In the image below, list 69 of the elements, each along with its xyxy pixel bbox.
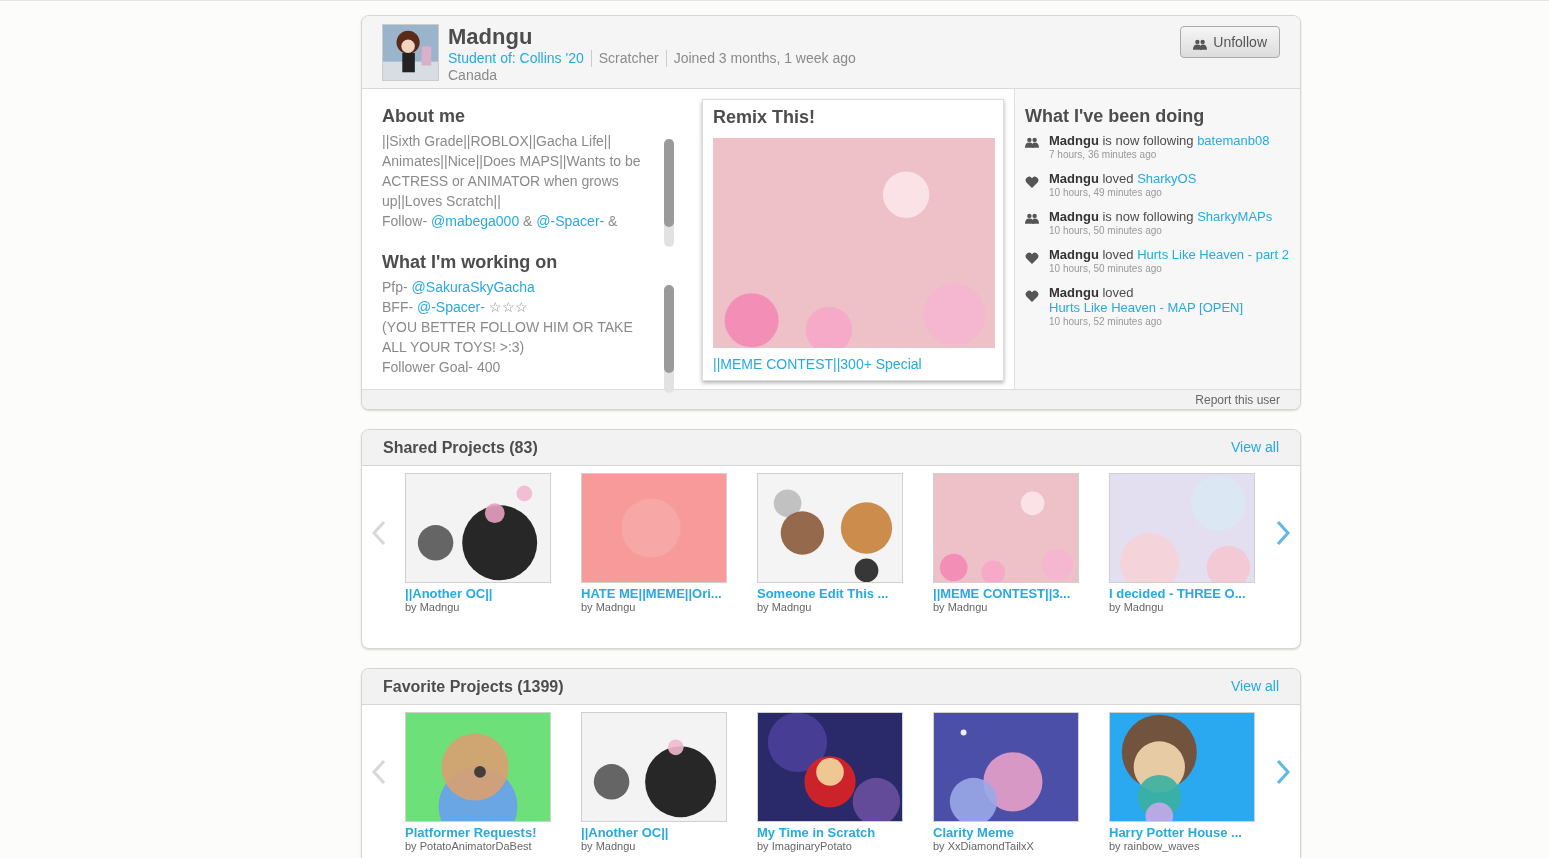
username: Madngu bbox=[448, 24, 534, 50]
project-title[interactable]: My Time in Scratch bbox=[757, 825, 903, 840]
project-author: by Madngu bbox=[581, 601, 637, 614]
project-author: by ImaginaryPotato bbox=[757, 840, 853, 853]
heart-icon bbox=[1025, 252, 1039, 264]
view-all-link[interactable]: View all bbox=[1231, 676, 1279, 697]
project-author: by rainbow_waves bbox=[1109, 840, 1201, 853]
user-link[interactable]: @SakuraSkyGacha bbox=[411, 279, 535, 295]
people-icon bbox=[1193, 38, 1208, 50]
section-heading: Remix This! bbox=[713, 106, 817, 128]
activity-time: 10 hours, 50 minutes ago bbox=[1049, 262, 1163, 276]
activity-link[interactable]: Hurts Like Heaven - MAP [OPEN] bbox=[1049, 300, 1244, 315]
bio-text: (YOU BETTER FOLLOW HIM OR TAKE ALL YOUR TOYS! >:3) bbox=[382, 318, 634, 357]
activity-text: Madngu is now following batemanb08 bbox=[1049, 133, 1270, 148]
project-author: by Madngu bbox=[581, 840, 637, 853]
bio-text: Follower Goal- 400 bbox=[382, 358, 502, 377]
activity-time: 10 hours, 52 minutes ago bbox=[1049, 315, 1163, 329]
project-title[interactable]: ||Another OC|| bbox=[405, 586, 551, 601]
activity-text: Madngu loved Hurts Like Heaven - part 2 bbox=[1049, 247, 1289, 262]
project-title[interactable]: Clarity Meme bbox=[933, 825, 1079, 840]
scrollbar[interactable] bbox=[664, 139, 674, 247]
project-title[interactable]: HATE ME||MEME||Ori... bbox=[581, 586, 727, 601]
report-link[interactable]: Report this user bbox=[1195, 390, 1280, 409]
user-role: Scratcher bbox=[591, 50, 667, 67]
section-title: Favorite Projects (1399) bbox=[383, 676, 564, 697]
project-author: by Madngu bbox=[405, 601, 461, 614]
scrollbar[interactable] bbox=[664, 285, 674, 393]
project-title[interactable]: I decided - THREE O... bbox=[1109, 586, 1255, 601]
user-location: Canada bbox=[448, 67, 499, 84]
bio-text: ||Sixth Grade||ROBLOX||Gacha Life|| Animates||Nice||Does MAPS||Wants to be ACTRESS or ANIMATOR when grows up||Loves Scratch|| bbox=[382, 132, 642, 211]
bio-text: Pfp- @SakuraSkyGacha bbox=[382, 278, 536, 297]
user-link[interactable]: @mabega000 bbox=[431, 213, 520, 229]
section-heading: What I'm working on bbox=[382, 251, 559, 273]
activity-link[interactable]: SharkyOS bbox=[1137, 171, 1197, 186]
activity-time: 10 hours, 50 minutes ago bbox=[1049, 224, 1163, 238]
bio-text: BFF- @-Spacer- ☆☆☆ bbox=[382, 298, 529, 317]
activity-time: 7 hours, 36 minutes ago bbox=[1049, 148, 1158, 162]
activity-link[interactable]: SharkyMAPs bbox=[1197, 209, 1273, 224]
school-link[interactable]: Student of: Collins '20 bbox=[448, 50, 592, 67]
activity-text: Madngu is now following SharkyMAPs bbox=[1049, 209, 1273, 224]
section-heading: What I've been doing bbox=[1025, 105, 1206, 127]
project-title[interactable]: Harry Potter House ... bbox=[1109, 825, 1255, 840]
user-link[interactable]: @-Spacer- bbox=[417, 299, 485, 315]
view-all-link[interactable]: View all bbox=[1231, 437, 1279, 458]
bio-text: Follow- @mabega000 & @-Spacer- & bbox=[382, 212, 619, 231]
heart-icon bbox=[1025, 176, 1039, 188]
project-title[interactable]: ||Another OC|| bbox=[581, 825, 727, 840]
section-title: Shared Projects (83) bbox=[383, 437, 538, 458]
activity-text: Madngu loved SharkyOS bbox=[1049, 171, 1197, 186]
section-heading: About me bbox=[382, 105, 466, 127]
project-title[interactable]: Someone Edit This ... bbox=[757, 586, 903, 601]
activity-link[interactable]: Hurts Like Heaven - part 2 bbox=[1137, 247, 1289, 262]
project-author: by XxDiamondTailxX bbox=[933, 840, 1035, 853]
activity-link[interactable]: batemanb08 bbox=[1197, 133, 1270, 148]
activity-time: 10 hours, 49 minutes ago bbox=[1049, 186, 1163, 200]
user-link[interactable]: @-Spacer- bbox=[536, 213, 605, 229]
activity-text: Madngu loved Hurts Like Heaven - MAP [OPEN] bbox=[1049, 285, 1245, 315]
project-author: by Madngu bbox=[1109, 601, 1165, 614]
project-author: by PotatoAnimatorDaBest bbox=[405, 840, 533, 853]
people-icon bbox=[1025, 213, 1039, 224]
unfollow-button[interactable]: Unfollow bbox=[1180, 26, 1280, 58]
project-author: by Madngu bbox=[757, 601, 813, 614]
project-author: by Madngu bbox=[933, 601, 989, 614]
heart-icon bbox=[1025, 290, 1039, 302]
people-icon bbox=[1025, 137, 1039, 148]
join-date: Joined 3 months, 1 week ago bbox=[672, 50, 857, 67]
project-title[interactable]: ||MEME CONTEST||3... bbox=[933, 586, 1079, 601]
project-title[interactable]: ||MEME CONTEST||300+ Special bbox=[713, 354, 993, 375]
project-title[interactable]: Platformer Requests! bbox=[405, 825, 551, 840]
